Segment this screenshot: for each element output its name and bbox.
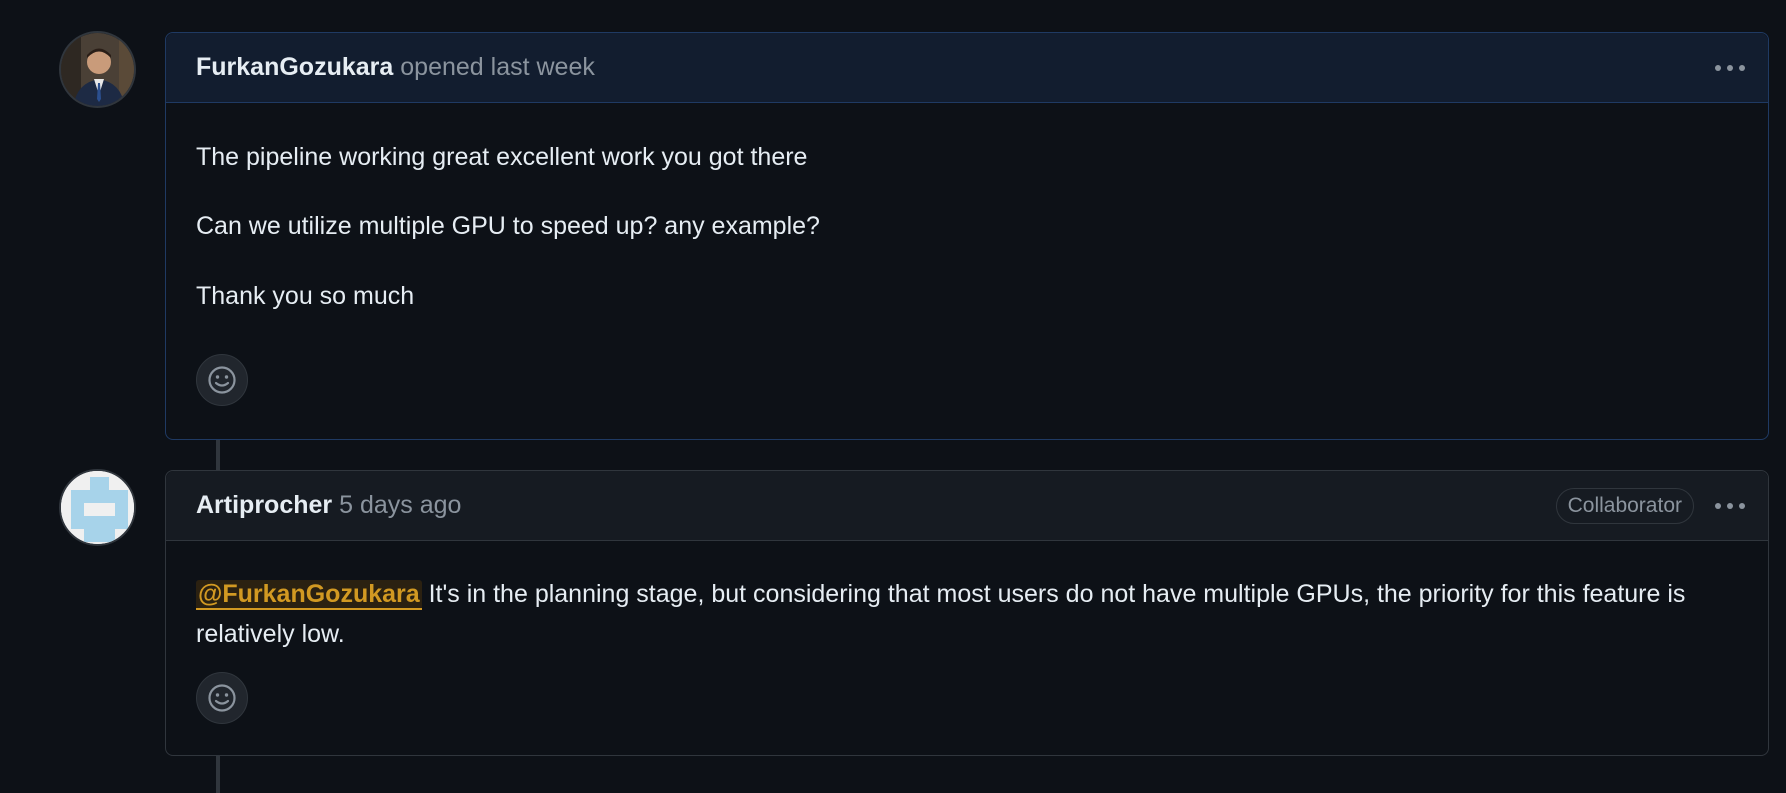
kebab-icon[interactable] [1710,491,1750,521]
issue-comment: Artiprocher 5 days ago Collaborator @Fur… [165,470,1769,756]
avatar[interactable] [59,31,136,108]
comment-paragraph: Thank you so much [196,281,415,310]
author-name[interactable]: FurkanGozukara [196,53,393,82]
collaborator-badge: Collaborator [1555,487,1694,524]
user-photo-avatar-icon [61,33,134,106]
add-reaction-button[interactable] [196,353,248,406]
smiley-icon [208,366,236,394]
timeline-connector [216,438,220,471]
comment-paragraph: The pipeline working great excellent wor… [196,143,808,171]
comment-body: The pipeline working great excellent wor… [166,103,1768,406]
comment-paragraph: Can we utilize multiple GPU to speed up?… [196,212,820,241]
comment-body: @FurkanGozukara It's in the planning sta… [166,541,1768,724]
add-reaction-button[interactable] [196,672,248,724]
comment-paragraph: @FurkanGozukara It's in the planning sta… [196,574,1738,654]
author-name[interactable]: Artiprocher [196,491,332,520]
kebab-icon[interactable] [1710,53,1750,83]
comment-header: FurkanGozukara opened last week [166,33,1768,103]
comment-header: Artiprocher 5 days ago Collaborator [166,471,1768,541]
avatar[interactable] [59,469,136,546]
smiley-icon [208,684,236,712]
comment-timestamp[interactable]: 5 days ago [339,491,461,520]
user-mention-link[interactable]: @FurkanGozukara [196,580,422,610]
timeline-connector [216,755,220,793]
identicon-avatar-icon [61,471,134,544]
issue-comment: FurkanGozukara opened last week The pipe… [165,32,1769,440]
comment-timestamp[interactable]: opened last week [400,53,595,82]
